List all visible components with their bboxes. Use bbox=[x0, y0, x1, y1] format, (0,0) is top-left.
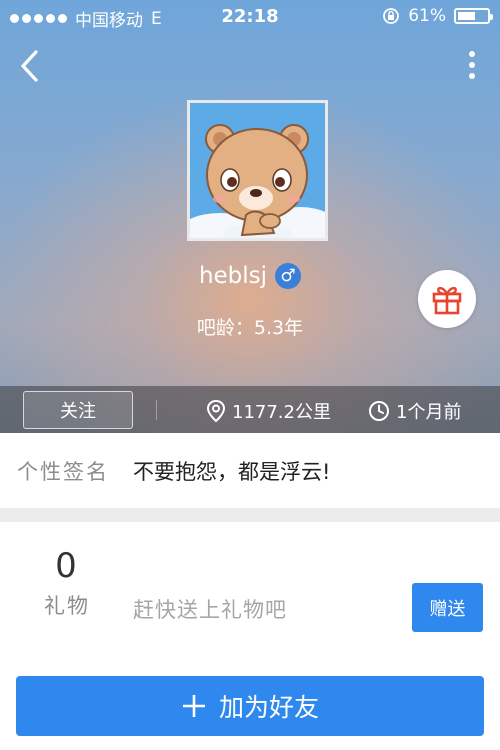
chevron-left-icon bbox=[21, 50, 38, 82]
more-vertical-icon bbox=[469, 51, 475, 79]
avatar[interactable] bbox=[187, 100, 328, 241]
male-gender-icon: ♂ bbox=[275, 263, 302, 289]
username: heblsj bbox=[198, 263, 268, 289]
section-separator bbox=[0, 508, 500, 522]
profile-header: 中国移动 E 22:18 61% heblsj ♂ 吧龄：5.3年 关注 117… bbox=[0, 0, 500, 433]
add-friend-button[interactable]: 加为好友 bbox=[16, 676, 484, 736]
gift-icon bbox=[432, 286, 462, 315]
more-options-button[interactable] bbox=[464, 50, 480, 82]
send-gift-button[interactable]: 赠送 bbox=[412, 583, 483, 632]
signature-text: 不要抱怨，都是浮云! bbox=[133, 460, 331, 484]
plus-icon bbox=[182, 695, 205, 717]
bear-avatar-image bbox=[190, 103, 325, 238]
back-button[interactable] bbox=[14, 46, 48, 86]
signature-row: 个性签名 不要抱怨，都是浮云! bbox=[0, 434, 500, 508]
gift-count: 0 bbox=[55, 546, 77, 586]
info-strip: 关注 1177.2公里 1个月前 bbox=[0, 386, 500, 433]
status-bar: 中国移动 E 22:18 61% bbox=[0, 0, 500, 34]
status-right: 61% bbox=[382, 6, 493, 26]
battery-level bbox=[458, 12, 476, 20]
follow-button[interactable]: 关注 bbox=[23, 391, 133, 429]
last-seen-info: 1个月前 bbox=[368, 398, 461, 424]
rotation-lock-icon bbox=[383, 8, 400, 24]
battery-icon bbox=[454, 8, 493, 24]
divider bbox=[156, 400, 157, 420]
distance-text: 1177.2公里 bbox=[232, 402, 331, 423]
gift-label: 礼物 bbox=[44, 594, 90, 618]
battery-percent: 61% bbox=[408, 6, 446, 26]
distance-info: 1177.2公里 bbox=[206, 398, 331, 424]
signature-label: 个性签名 bbox=[17, 460, 109, 484]
gift-prompt: 赶快送上礼物吧 bbox=[133, 598, 287, 622]
location-pin-icon bbox=[206, 399, 226, 423]
last-seen-text: 1个月前 bbox=[396, 402, 462, 423]
add-friend-label: 加为好友 bbox=[218, 693, 319, 722]
clock-icon bbox=[369, 401, 389, 421]
gift-section: 0 礼物 赶快送上礼物吧 赠送 bbox=[0, 522, 500, 667]
gift-button[interactable] bbox=[418, 270, 476, 328]
